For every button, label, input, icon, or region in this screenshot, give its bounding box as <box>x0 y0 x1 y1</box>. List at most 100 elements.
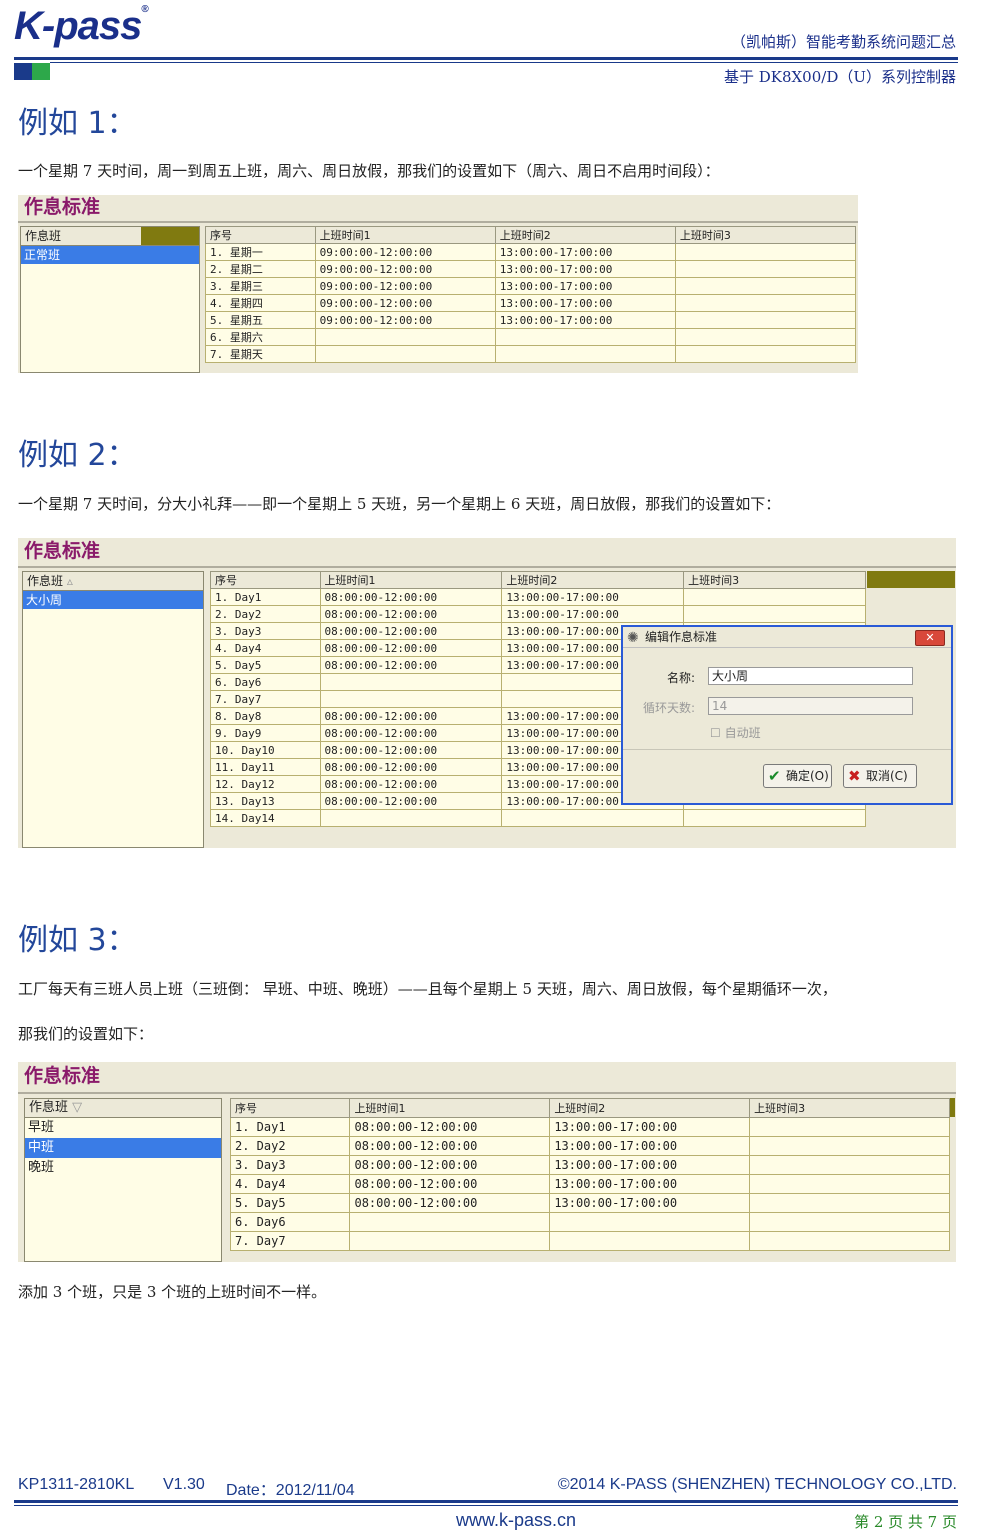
table-row[interactable]: 2. 星期二 09:00:00-12:00:00 13:00:00-17:00:00 <box>205 260 857 278</box>
table-cell[interactable] <box>674 277 857 295</box>
column-header[interactable]: 序号 <box>205 226 316 244</box>
table-cell[interactable]: 13:00:00-17:00:00 <box>501 588 685 606</box>
table-cell[interactable] <box>349 1212 551 1232</box>
table-cell[interactable] <box>314 328 496 346</box>
table-cell[interactable]: 4. Day4 <box>210 639 321 657</box>
table-cell[interactable]: 09:00:00-12:00:00 <box>314 294 496 312</box>
list-item[interactable]: 晚班 <box>25 1158 221 1178</box>
table-cell[interactable]: 5. 星期五 <box>205 311 316 329</box>
shift-list[interactable]: 作息班 正常班 <box>20 226 200 373</box>
table-row[interactable]: 3. 星期三 09:00:00-12:00:00 13:00:00-17:00:00 <box>205 277 857 295</box>
column-header[interactable]: 上班时间3 <box>674 226 857 244</box>
table-row[interactable]: 1. Day1 08:00:00-12:00:00 13:00:00-17:00:0… <box>210 588 866 606</box>
table-cell[interactable]: 13:00:00-17:00:00 <box>494 243 676 261</box>
table-cell[interactable] <box>549 1212 751 1232</box>
table-cell[interactable] <box>319 690 503 708</box>
footer-website[interactable]: www.k-pass.cn <box>456 1510 576 1531</box>
table-cell[interactable]: 13:00:00-17:00:00 <box>494 294 676 312</box>
table-cell[interactable]: 08:00:00-12:00:00 <box>319 758 503 776</box>
table-row[interactable]: 1. 星期一 09:00:00-12:00:00 13:00:00-17:00:00 <box>205 243 857 261</box>
close-icon[interactable]: ✕ <box>915 630 945 646</box>
list-item[interactable]: 中班 <box>25 1138 221 1158</box>
table-cell[interactable]: 6. 星期六 <box>205 328 316 346</box>
table-cell[interactable]: 08:00:00-12:00:00 <box>349 1136 551 1156</box>
table-cell[interactable] <box>674 311 857 329</box>
column-header[interactable]: 序号 <box>210 571 321 589</box>
cancel-button[interactable]: ✖ 取消(C) <box>843 764 917 788</box>
table-cell[interactable]: 08:00:00-12:00:00 <box>349 1193 551 1213</box>
table-cell[interactable]: 13:00:00-17:00:00 <box>549 1155 751 1175</box>
table-cell[interactable]: 08:00:00-12:00:00 <box>319 656 503 674</box>
table-cell[interactable]: 08:00:00-12:00:00 <box>319 724 503 742</box>
table-cell[interactable]: 14. Day14 <box>210 809 321 827</box>
list-header[interactable]: 作息班 ▵ <box>23 572 203 591</box>
auto-shift-checkbox[interactable]: ☐ 自动班 <box>710 724 761 741</box>
table-cell[interactable] <box>674 345 857 363</box>
column-header[interactable]: 上班时间3 <box>683 571 866 589</box>
table-row[interactable]: 7. Day7 <box>229 1231 950 1251</box>
list-header[interactable]: 作息班 <box>21 227 199 246</box>
table-cell[interactable]: 4. Day4 <box>229 1174 351 1194</box>
table-cell[interactable]: 6. Day6 <box>229 1212 351 1232</box>
table-cell[interactable]: 13:00:00-17:00:00 <box>549 1136 751 1156</box>
table-cell[interactable]: 13:00:00-17:00:00 <box>494 277 676 295</box>
cycle-days-input[interactable]: 14 <box>708 697 913 715</box>
column-header[interactable]: 上班时间3 <box>749 1098 950 1118</box>
table-cell[interactable]: 09:00:00-12:00:00 <box>314 277 496 295</box>
table-cell[interactable] <box>674 243 857 261</box>
table-cell[interactable]: 08:00:00-12:00:00 <box>319 605 503 623</box>
table-cell[interactable]: 08:00:00-12:00:00 <box>349 1155 551 1175</box>
table-cell[interactable] <box>674 260 857 278</box>
table-cell[interactable]: 09:00:00-12:00:00 <box>314 260 496 278</box>
table-cell[interactable]: 1. Day1 <box>229 1117 351 1137</box>
table-cell[interactable]: 08:00:00-12:00:00 <box>319 707 503 725</box>
table-cell[interactable] <box>749 1174 950 1194</box>
dialog-titlebar[interactable]: ✺ 编辑作息标准 ✕ <box>623 627 951 648</box>
table-cell[interactable]: 2. 星期二 <box>205 260 316 278</box>
table-cell[interactable]: 9. Day9 <box>210 724 321 742</box>
column-header[interactable]: 上班时间1 <box>314 226 496 244</box>
table-cell[interactable] <box>683 588 866 606</box>
table-cell[interactable]: 13. Day13 <box>210 792 321 810</box>
table-cell[interactable]: 3. Day3 <box>210 622 321 640</box>
table-row[interactable]: 6. Day6 <box>229 1212 950 1232</box>
table-cell[interactable]: 13:00:00-17:00:00 <box>549 1193 751 1213</box>
column-header[interactable]: 序号 <box>229 1098 351 1118</box>
name-input[interactable]: 大小周 <box>708 667 913 685</box>
table-cell[interactable] <box>749 1212 950 1232</box>
table-cell[interactable]: 5. Day5 <box>210 656 321 674</box>
table-cell[interactable]: 08:00:00-12:00:00 <box>319 639 503 657</box>
table-cell[interactable] <box>749 1136 950 1156</box>
table-cell[interactable]: 08:00:00-12:00:00 <box>319 775 503 793</box>
table-cell[interactable] <box>319 809 503 827</box>
table-row[interactable]: 5. Day5 08:00:00-12:00:00 13:00:00-17:00:0… <box>229 1193 950 1213</box>
table-cell[interactable]: 09:00:00-12:00:00 <box>314 243 496 261</box>
table-cell[interactable]: 1. 星期一 <box>205 243 316 261</box>
table-cell[interactable] <box>674 294 857 312</box>
column-header[interactable]: 上班时间2 <box>501 571 685 589</box>
table-row[interactable]: 4. Day4 08:00:00-12:00:00 13:00:00-17:00:0… <box>229 1174 950 1194</box>
table-cell[interactable]: 13:00:00-17:00:00 <box>501 605 685 623</box>
table-cell[interactable]: 08:00:00-12:00:00 <box>319 622 503 640</box>
table-cell[interactable]: 11. Day11 <box>210 758 321 776</box>
table-cell[interactable] <box>349 1231 551 1251</box>
list-header[interactable]: 作息班 ▽ <box>25 1099 221 1118</box>
table-row[interactable]: 3. Day3 08:00:00-12:00:00 13:00:00-17:00:0… <box>229 1155 950 1175</box>
table-cell[interactable] <box>749 1193 950 1213</box>
table-cell[interactable]: 08:00:00-12:00:00 <box>319 741 503 759</box>
shift-list[interactable]: 作息班 ▵ 大小周 <box>22 571 204 848</box>
list-item[interactable]: 正常班 <box>21 246 199 264</box>
list-item[interactable]: 大小周 <box>23 591 203 609</box>
table-cell[interactable]: 08:00:00-12:00:00 <box>319 792 503 810</box>
table-row[interactable]: 1. Day1 08:00:00-12:00:00 13:00:00-17:00:0… <box>229 1117 950 1137</box>
table-row[interactable]: 14. Day14 <box>210 809 866 827</box>
table-cell[interactable]: 08:00:00-12:00:00 <box>319 588 503 606</box>
table-cell[interactable]: 5. Day5 <box>229 1193 351 1213</box>
table-cell[interactable]: 8. Day8 <box>210 707 321 725</box>
table-cell[interactable]: 13:00:00-17:00:00 <box>494 260 676 278</box>
table-row[interactable]: 5. 星期五 09:00:00-12:00:00 13:00:00-17:00:00 <box>205 311 857 329</box>
column-header[interactable]: 上班时间1 <box>319 571 503 589</box>
table-cell[interactable]: 2. Day2 <box>229 1136 351 1156</box>
table-cell[interactable] <box>319 673 503 691</box>
schedule-grid[interactable]: 序号 上班时间1 上班时间2 上班时间3 1. Day1 08:00:00-12:00:0… <box>229 1098 950 1251</box>
